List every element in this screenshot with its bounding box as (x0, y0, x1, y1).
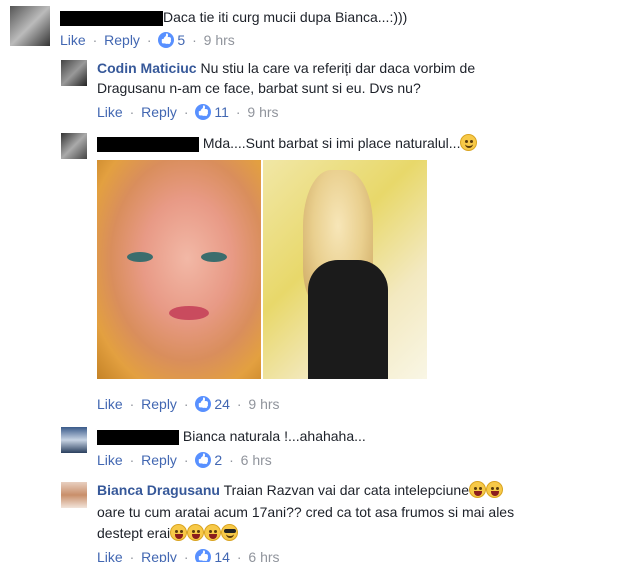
avatar[interactable] (61, 427, 87, 453)
closeup-face-photo[interactable] (97, 160, 261, 379)
comment-actions: Like · Reply · 5 · 9 hrs (60, 30, 235, 50)
redacted-author (97, 429, 179, 445)
laughing-emoji-icon (468, 481, 486, 498)
separator: · (142, 32, 156, 48)
separator: · (232, 549, 246, 562)
like-link[interactable]: Like (60, 32, 86, 48)
comment-text-line: oare tu cum aratai acum 17ani?? cred ca … (97, 504, 515, 520)
comment-text: Bianca naturala !...ahahaha... (182, 428, 366, 444)
like-reaction-icon[interactable] (195, 452, 212, 468)
like-reaction-icon[interactable] (195, 396, 212, 412)
avatar[interactable] (61, 133, 87, 159)
like-link[interactable]: Like (97, 104, 123, 120)
redacted-author (97, 136, 199, 152)
separator: · (188, 32, 201, 48)
separator: · (179, 396, 193, 412)
like-reaction-icon[interactable] (195, 549, 212, 562)
separator: · (231, 104, 245, 120)
avatar[interactable] (61, 60, 87, 86)
author-name[interactable]: Bianca Dragusanu (97, 482, 220, 498)
laughing-emoji-icon (187, 524, 205, 541)
comment-text-line: destept erai (97, 525, 171, 541)
laughing-emoji-icon (485, 481, 503, 498)
comment-text-line: Dragusanu n-am ce face, barbat sunt si e… (97, 80, 421, 96)
redacted-author (60, 10, 163, 26)
like-reaction-icon[interactable] (158, 32, 175, 48)
laughing-emoji-icon (170, 524, 188, 541)
separator: · (179, 452, 193, 468)
separator: · (125, 452, 139, 468)
separator: · (125, 396, 139, 412)
timestamp[interactable]: 6 hrs (241, 452, 272, 468)
separator: · (232, 396, 246, 412)
like-link[interactable]: Like (97, 396, 123, 412)
reaction-count[interactable]: 2 (214, 452, 222, 468)
reply-link[interactable]: Reply (141, 396, 177, 412)
timestamp[interactable]: 6 hrs (248, 549, 279, 562)
avatar[interactable] (10, 6, 50, 46)
separator: · (179, 104, 193, 120)
comment-text: Daca tie iti curg mucii dupa Bianca...:)… (163, 9, 408, 25)
like-link[interactable]: Like (97, 549, 123, 562)
separator: · (88, 32, 102, 48)
reaction-count[interactable]: 14 (214, 549, 230, 562)
comment-text: Traian Razvan vai dar cata intelepciune (223, 482, 469, 498)
avatar[interactable] (61, 482, 87, 508)
like-reaction-icon[interactable] (195, 104, 212, 120)
separator: · (225, 452, 238, 468)
laughing-emoji-icon (204, 524, 222, 541)
reply-link[interactable]: Reply (141, 549, 177, 562)
comment-actions: Like · Reply · 24 · 9 hrs (97, 394, 280, 414)
full-figure-photo[interactable] (263, 160, 427, 379)
comment-actions: Like · Reply · 2 · 6 hrs (97, 450, 272, 470)
comment-text: Nu stiu la care va referiți dar daca vor… (200, 60, 476, 76)
comment-photo[interactable] (97, 160, 427, 379)
timestamp[interactable]: 9 hrs (204, 32, 235, 48)
smile-emoji-icon (460, 134, 478, 151)
separator: · (179, 549, 193, 562)
timestamp[interactable]: 9 hrs (247, 104, 278, 120)
timestamp[interactable]: 9 hrs (248, 396, 279, 412)
separator: · (125, 549, 139, 562)
reaction-count[interactable]: 24 (214, 396, 230, 412)
reaction-count[interactable]: 5 (177, 32, 185, 48)
like-link[interactable]: Like (97, 452, 123, 468)
reply-link[interactable]: Reply (141, 452, 177, 468)
comment-text: Mda....Sunt barbat si imi place naturalu… (202, 135, 461, 151)
reply-link[interactable]: Reply (104, 32, 140, 48)
author-name[interactable]: Codin Maticiuc (97, 60, 197, 76)
cool-emoji-icon (221, 524, 239, 541)
comment-actions: Like · Reply · 14 · 6 hrs (97, 547, 280, 562)
separator: · (125, 104, 139, 120)
reaction-count[interactable]: 11 (214, 104, 229, 120)
reply-link[interactable]: Reply (141, 104, 177, 120)
comment-actions: Like · Reply · 11 · 9 hrs (97, 102, 279, 122)
